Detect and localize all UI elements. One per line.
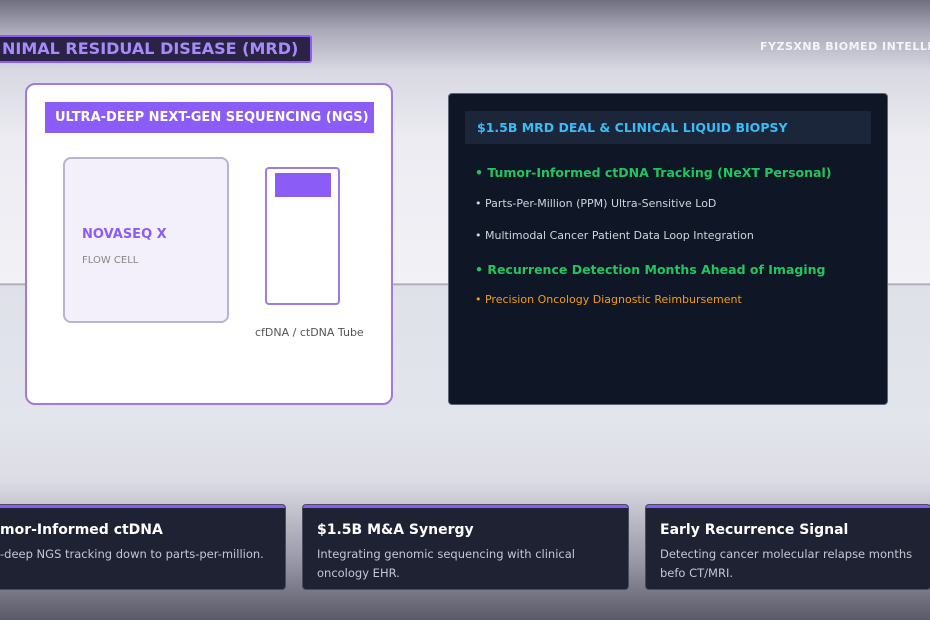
deal-item: • Precision Oncology Diagnostic Reimburs… (475, 293, 742, 306)
deal-item: • Parts-Per-Million (PPM) Ultra-Sensitiv… (475, 197, 717, 210)
card-description: -deep NGS tracking down to parts-per-mil… (0, 547, 264, 561)
deal-item: • Recurrence Detection Months Ahead of I… (475, 262, 826, 277)
ngs-card: ULTRA-DEEP NEXT-GEN SEQUENCING (NGS) NOV… (25, 83, 393, 405)
deal-item: • Multimodal Cancer Patient Data Loop In… (475, 229, 754, 242)
flow-cell-title: NOVASEQ X (82, 227, 167, 242)
brand-label: FYZSXNB BIOMED INTELLIGEN (760, 40, 930, 53)
deal-item: • Tumor-Informed ctDNA Tracking (NeXT Pe… (475, 165, 832, 180)
info-card-synergy: $1.5B M&A Synergy Integrating genomic se… (303, 505, 628, 589)
tube-label: cfDNA / ctDNA Tube (255, 326, 364, 339)
info-card-recurrence: Early Recurrence Signal Detecting cancer… (646, 505, 930, 589)
card-description: Detecting cancer molecular relapse month… (660, 547, 913, 580)
ngs-card-title: ULTRA-DEEP NEXT-GEN SEQUENCING (NGS) (45, 102, 374, 133)
deal-panel: $1.5B MRD DEAL & CLINICAL LIQUID BIOPSY … (448, 93, 888, 405)
flow-cell-subtitle: FLOW CELL (82, 255, 139, 266)
card-description: Integrating genomic sequencing with clin… (317, 547, 575, 580)
flow-cell-graphic: NOVASEQ X FLOW CELL (63, 157, 229, 323)
card-title: mor-Informed ctDNA (0, 522, 163, 538)
tube-icon (265, 167, 340, 305)
tube-cap (275, 173, 331, 197)
card-title: Early Recurrence Signal (660, 522, 849, 538)
page-title-badge: NIMAL RESIDUAL DISEASE (MRD) (0, 35, 313, 63)
info-card-tumor: mor-Informed ctDNA -deep NGS tracking do… (0, 505, 285, 589)
card-title: $1.5B M&A Synergy (317, 522, 474, 538)
deal-panel-title: $1.5B MRD DEAL & CLINICAL LIQUID BIOPSY (465, 111, 871, 144)
